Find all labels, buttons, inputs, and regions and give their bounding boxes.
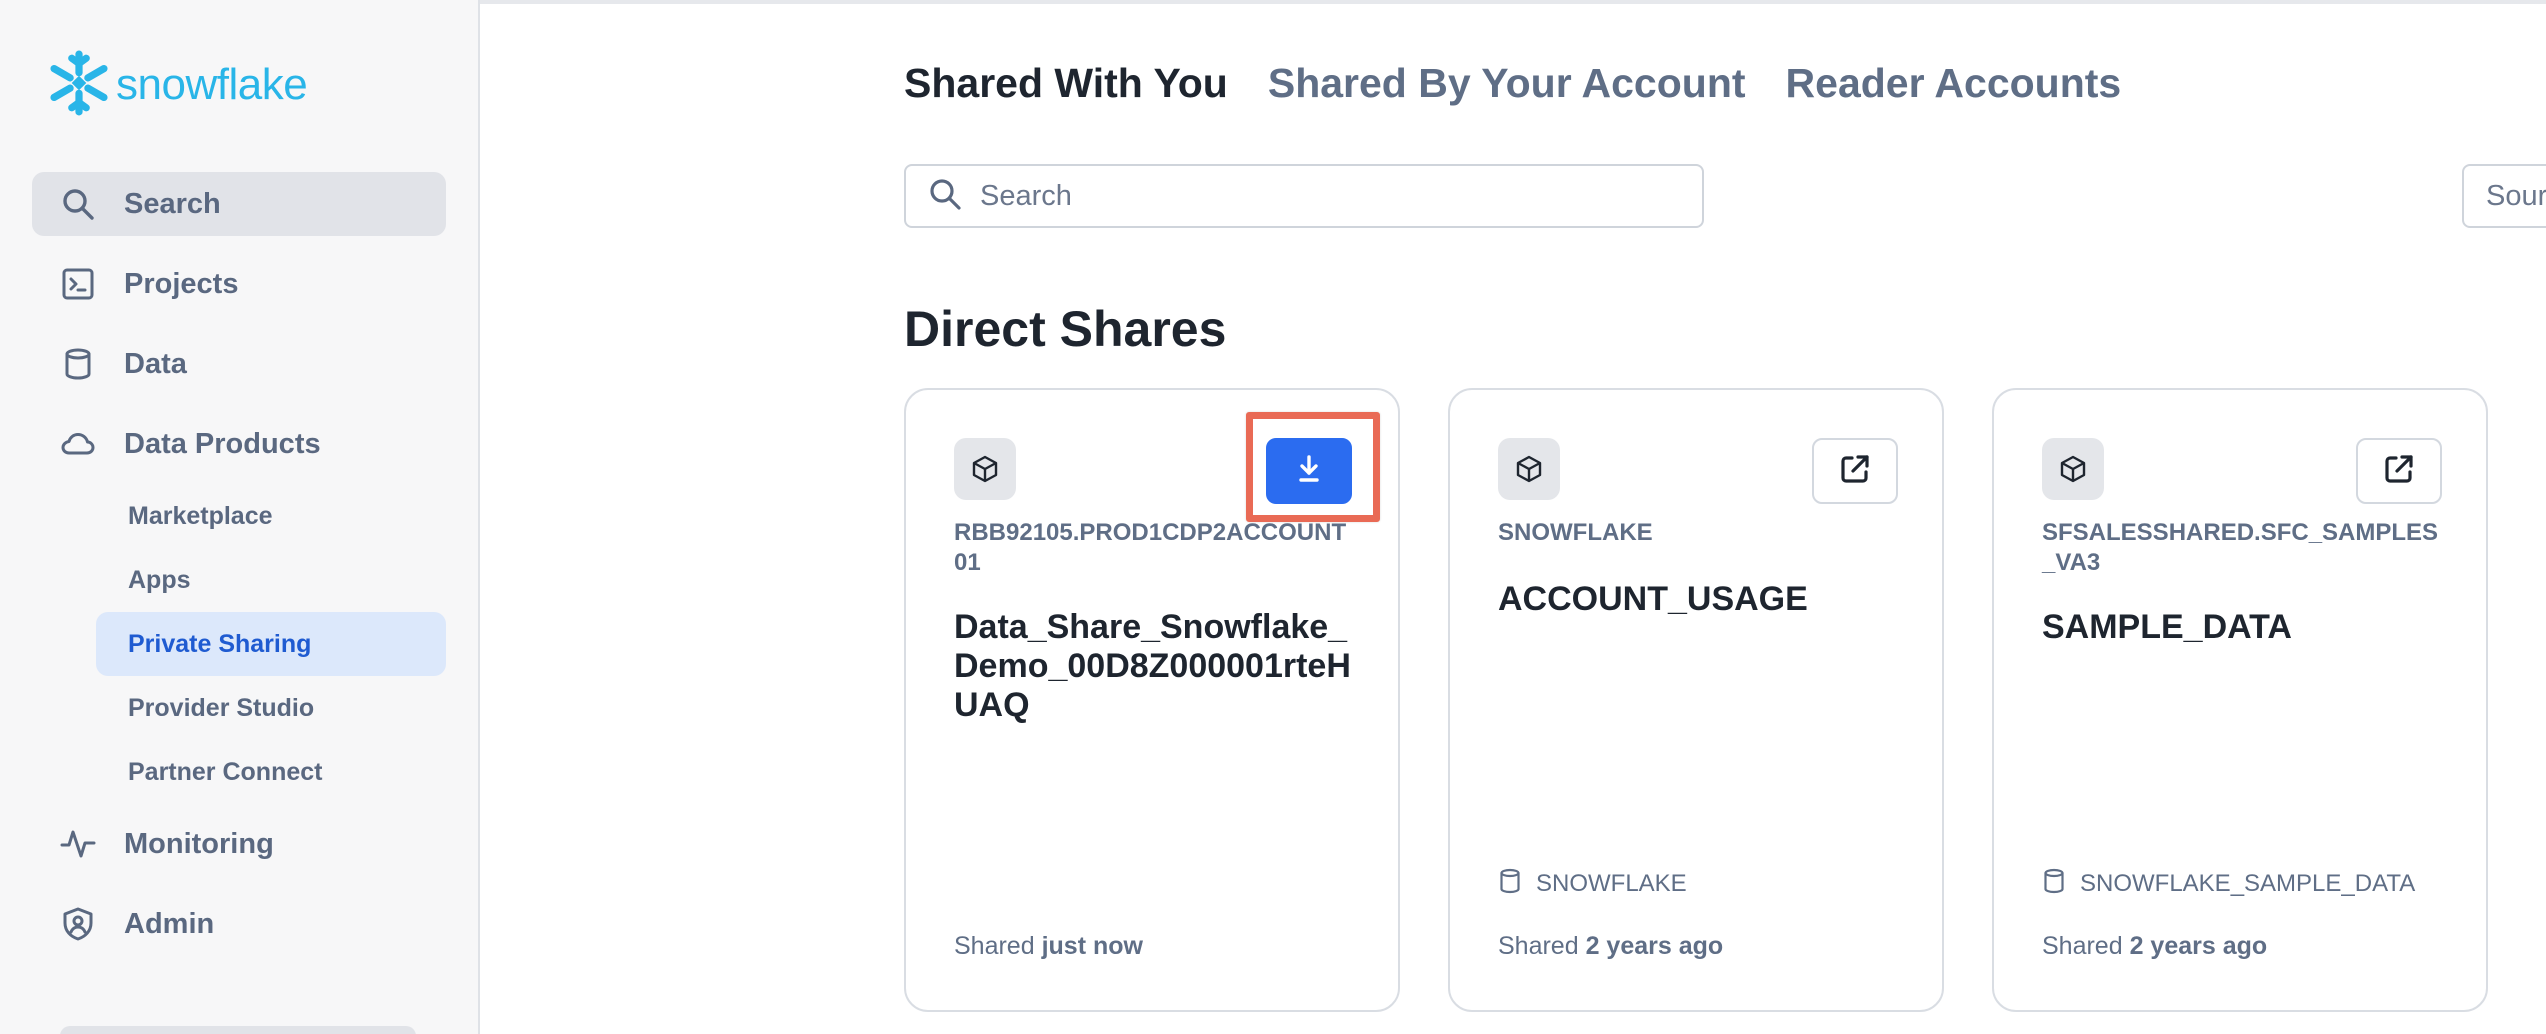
sub-item-private-sharing[interactable]: Private Sharing: [96, 612, 446, 676]
package-icon: [2042, 438, 2104, 500]
database-label: SNOWFLAKE: [1536, 869, 1687, 897]
share-tabs: Shared With You Shared By Your Account R…: [904, 60, 2121, 107]
nav-label: Data Products: [124, 427, 321, 460]
sub-item-label: Partner Connect: [128, 757, 323, 786]
share-name: ACCOUNT_USAGE: [1498, 580, 1808, 618]
sub-item-marketplace[interactable]: Marketplace: [96, 484, 446, 548]
search-icon: [60, 186, 96, 222]
section-title: Direct Shares: [904, 301, 1227, 357]
download-icon: [1292, 452, 1326, 491]
search-input[interactable]: [978, 178, 1658, 214]
share-card[interactable]: SNOWFLAKE ACCOUNT_USAGE SNOWFLAKE Shared…: [1448, 388, 1944, 1012]
snowflake-icon: [46, 50, 112, 121]
package-icon: [954, 438, 1016, 500]
search-icon: [928, 177, 962, 216]
sub-item-partner-connect[interactable]: Partner Connect: [96, 740, 446, 804]
tab-reader-accounts[interactable]: Reader Accounts: [1786, 60, 2122, 107]
sub-item-apps[interactable]: Apps: [96, 548, 446, 612]
share-provider: SNOWFLAKE: [1498, 519, 1653, 546]
shared-prefix: Shared: [2042, 932, 2123, 960]
nav-item-projects[interactable]: Projects: [32, 252, 446, 316]
activity-icon: [60, 826, 96, 862]
share-card[interactable]: SFSALESSHARED.SFC_SAMPLES_VA3 SAMPLE_DAT…: [1992, 388, 2488, 1012]
shared-prefix: Shared: [954, 932, 1035, 960]
nav-label: Monitoring: [124, 827, 274, 860]
source-filter-label: Sour: [2486, 179, 2546, 212]
source-filter-dropdown[interactable]: Sour: [2462, 164, 2546, 228]
tab-shared-with-you[interactable]: Shared With You: [904, 60, 1228, 107]
share-card[interactable]: RBB92105.PROD1CDP2ACCOUNT01 Data_Share_S…: [904, 388, 1400, 1012]
package-icon: [1498, 438, 1560, 500]
nav-label: Search: [124, 187, 221, 220]
shared-prefix: Shared: [1498, 932, 1579, 960]
sub-item-label: Provider Studio: [128, 693, 315, 722]
nav-label: Projects: [124, 267, 239, 300]
share-provider: SFSALESSHARED.SFC_SAMPLES_VA3: [2042, 519, 2439, 576]
external-link-icon: [2382, 452, 2416, 491]
tab-shared-by-your-account[interactable]: Shared By Your Account: [1268, 60, 1746, 107]
open-share-button[interactable]: [2356, 438, 2442, 504]
nav-item-data-products[interactable]: Data Products: [32, 412, 446, 476]
logo-wordmark: snowflake: [116, 60, 308, 109]
shared-time: Shared 2 years ago: [2042, 932, 2267, 961]
search-field[interactable]: [904, 164, 1704, 228]
database-icon: [1498, 868, 1522, 899]
share-database: SNOWFLAKE: [1498, 868, 1687, 899]
shared-time: Shared 2 years ago: [1498, 932, 1723, 961]
database-label: SNOWFLAKE_SAMPLE_DATA: [2080, 869, 2416, 897]
sub-item-label: Apps: [128, 565, 191, 594]
shared-when: just now: [1041, 932, 1143, 960]
sub-item-provider-studio[interactable]: Provider Studio: [96, 676, 446, 740]
database-icon: [60, 346, 96, 382]
nav-label: Data: [124, 347, 187, 380]
shared-when: 2 years ago: [2129, 932, 2268, 960]
sidebar: snowflake Search Projects Data Data Prod…: [0, 0, 480, 1034]
sub-item-label: Private Sharing: [128, 629, 312, 658]
share-name: Data_Share_Snowflake_Demo_00D8Z000001rte…: [954, 608, 1351, 724]
nav-item-search[interactable]: Search: [32, 172, 446, 236]
snowflake-logo[interactable]: snowflake: [46, 50, 308, 121]
open-share-button[interactable]: [1812, 438, 1898, 504]
nav-item-admin[interactable]: Admin: [32, 892, 446, 956]
share-name: SAMPLE_DATA: [2042, 608, 2292, 646]
shield-user-icon: [60, 906, 96, 942]
cloud-icon: [60, 426, 96, 462]
share-database: SNOWFLAKE_SAMPLE_DATA: [2042, 868, 2415, 899]
share-provider: RBB92105.PROD1CDP2ACCOUNT01: [954, 519, 1347, 576]
external-link-icon: [1838, 452, 1872, 491]
shared-when: 2 years ago: [1585, 932, 1724, 960]
sidebar-footer-control[interactable]: [60, 1026, 416, 1034]
shared-time: Shared just now: [954, 932, 1143, 961]
nav-item-data[interactable]: Data: [32, 332, 446, 396]
terminal-icon: [60, 266, 96, 302]
sub-item-label: Marketplace: [128, 501, 273, 530]
database-icon: [2042, 868, 2066, 899]
get-share-button[interactable]: [1266, 438, 1352, 504]
nav-item-monitoring[interactable]: Monitoring: [32, 812, 446, 876]
nav-label: Admin: [124, 907, 215, 940]
